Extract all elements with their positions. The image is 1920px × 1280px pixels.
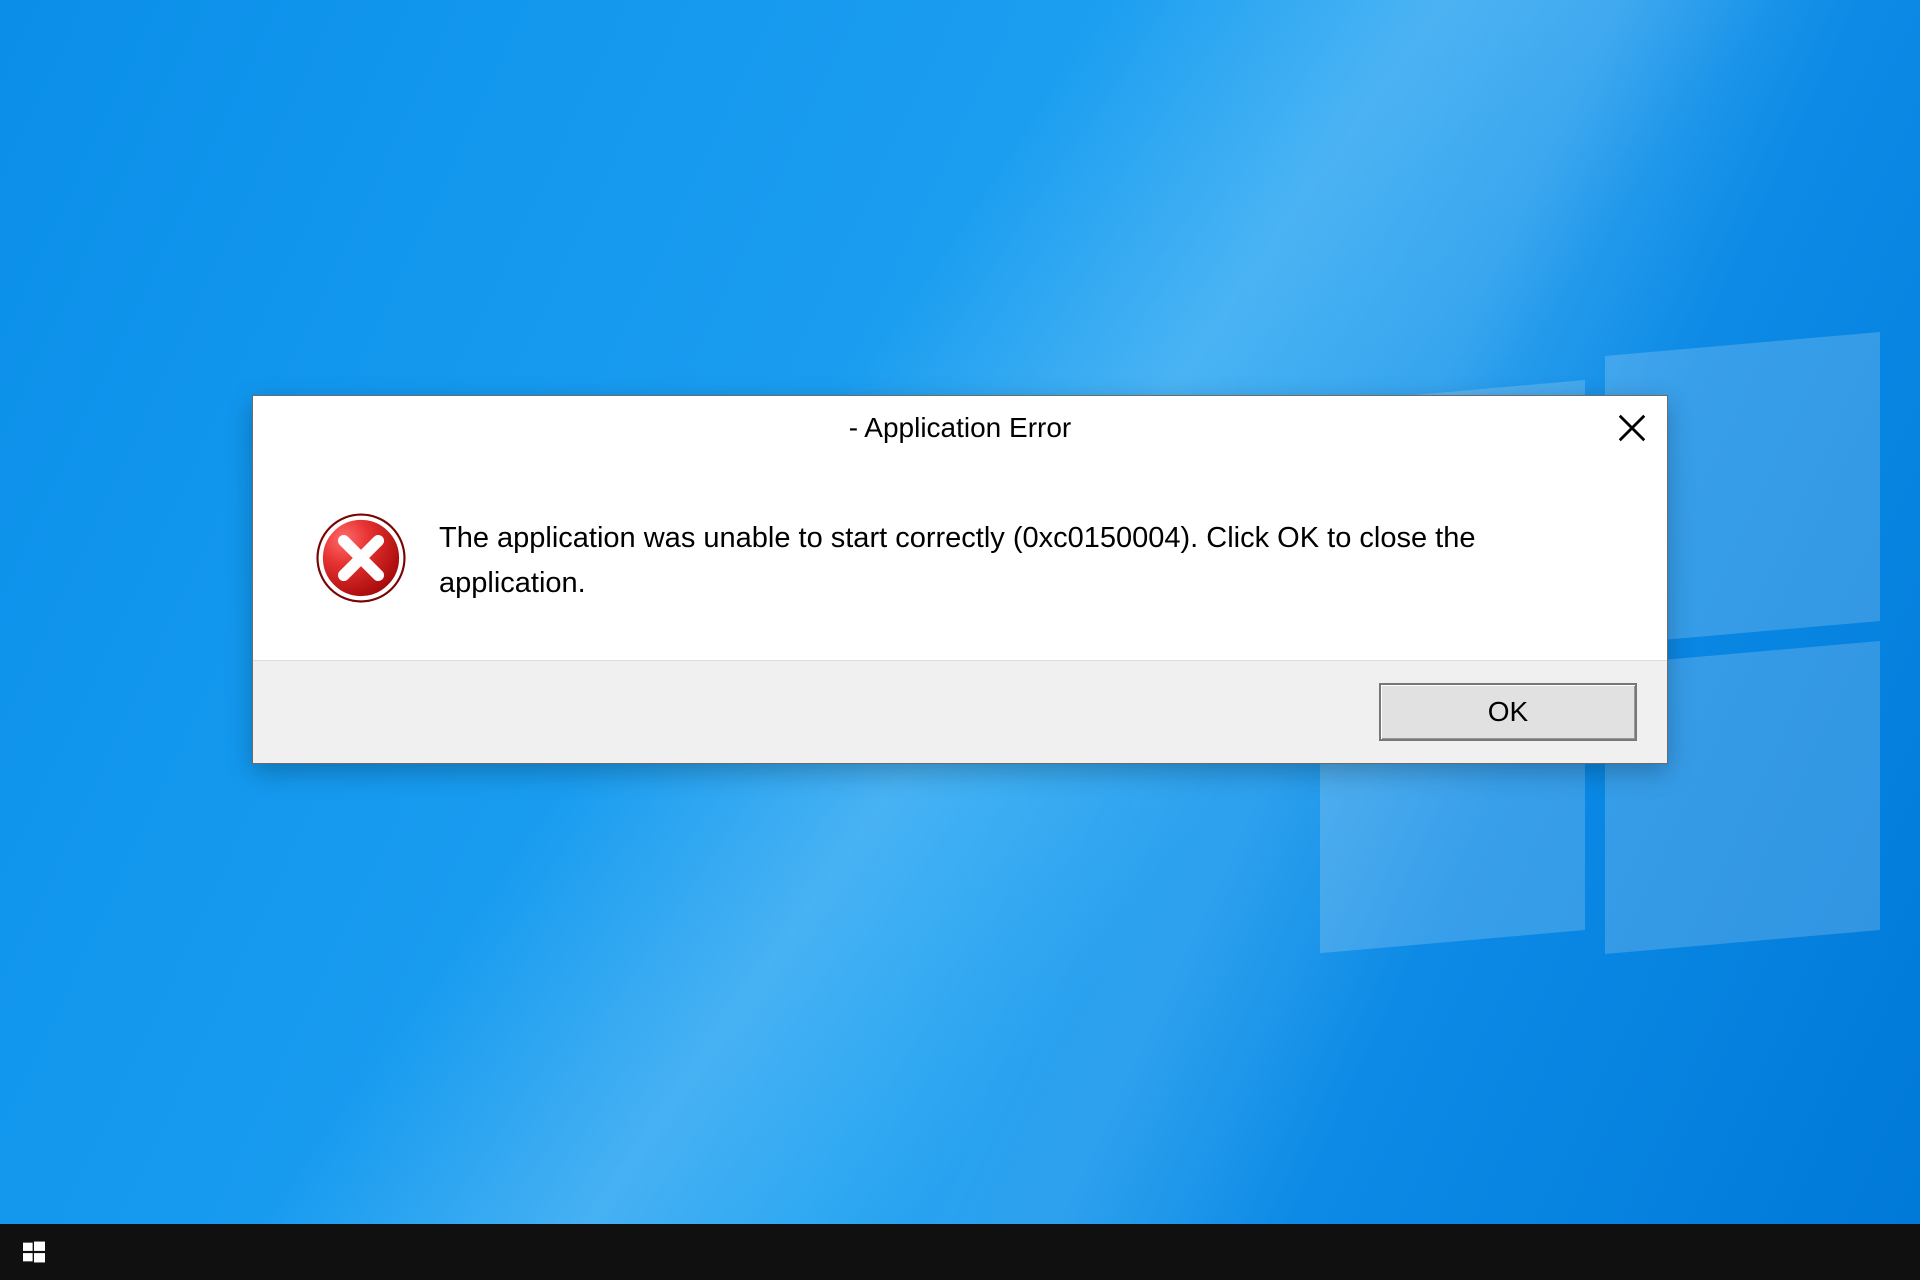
start-button[interactable] xyxy=(4,1224,64,1280)
dialog-message: The application was unable to start corr… xyxy=(439,510,1607,606)
windows-start-icon xyxy=(23,1241,45,1263)
ok-button[interactable]: OK xyxy=(1379,683,1637,741)
close-icon xyxy=(1618,414,1646,442)
dialog-title: - Application Error xyxy=(849,412,1072,444)
dialog-body: The application was unable to start corr… xyxy=(253,460,1667,660)
error-icon xyxy=(313,510,409,606)
taskbar[interactable] xyxy=(0,1224,1920,1280)
dialog-footer: OK xyxy=(253,660,1667,763)
close-button[interactable] xyxy=(1597,396,1667,460)
desktop-background: - Application Error xyxy=(0,0,1920,1224)
dialog-titlebar[interactable]: - Application Error xyxy=(253,396,1667,460)
error-dialog: - Application Error xyxy=(252,395,1668,764)
